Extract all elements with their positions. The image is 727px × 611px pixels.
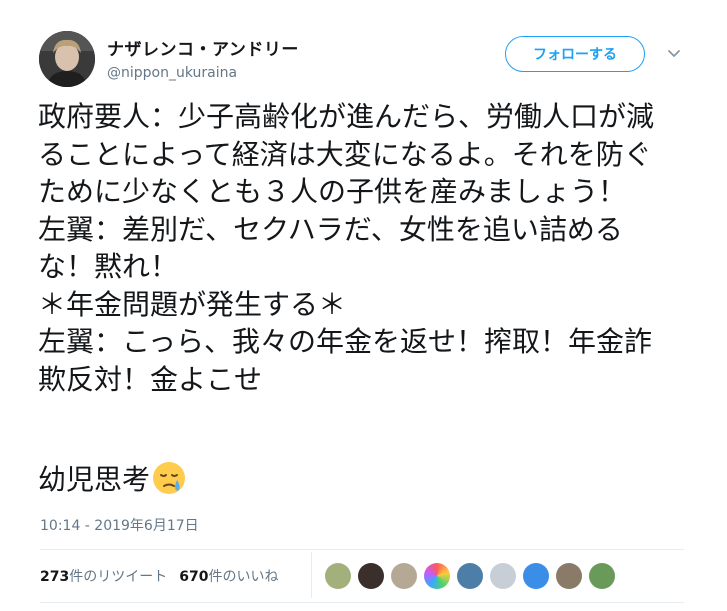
- avatar[interactable]: [39, 31, 95, 87]
- likers-avatars: [325, 563, 622, 589]
- liker-avatar[interactable]: [424, 563, 450, 589]
- chevron-down-icon[interactable]: [667, 49, 681, 59]
- divider: [40, 602, 684, 603]
- engagement-stats: 273件のリツイート 670件のいいね: [40, 566, 290, 586]
- like-count[interactable]: 670件のいいね: [179, 566, 278, 586]
- liker-avatar[interactable]: [391, 563, 417, 589]
- username[interactable]: @nippon_ukuraina: [107, 65, 299, 81]
- author-block: ナザレンコ・アンドリー @nippon_ukuraina: [107, 35, 299, 81]
- divider: [40, 549, 684, 550]
- sad-face-icon: [152, 461, 186, 504]
- display-name[interactable]: ナザレンコ・アンドリー: [107, 35, 299, 60]
- liker-avatar[interactable]: [358, 563, 384, 589]
- tweet-body: 政府要人：少子高齢化が進んだら、労働人口が減ることによって経済は大変になるよ。そ…: [38, 100, 655, 396]
- liker-avatar[interactable]: [523, 563, 549, 589]
- liker-avatar[interactable]: [457, 563, 483, 589]
- liker-avatar[interactable]: [589, 563, 615, 589]
- tweet-closing-line: 幼児思考: [38, 461, 186, 504]
- follow-button[interactable]: フォローする: [505, 36, 645, 72]
- retweet-count[interactable]: 273件のリツイート: [40, 566, 167, 586]
- divider: [311, 552, 312, 598]
- tweet-timestamp[interactable]: 10:14 - 2019年6月17日: [40, 515, 199, 535]
- liker-avatar[interactable]: [490, 563, 516, 589]
- liker-avatar[interactable]: [325, 563, 351, 589]
- liker-avatar[interactable]: [556, 563, 582, 589]
- tweet-header: ナザレンコ・アンドリー @nippon_ukuraina フォローする: [39, 31, 707, 91]
- tweet-closing-text: 幼児思考: [38, 463, 151, 496]
